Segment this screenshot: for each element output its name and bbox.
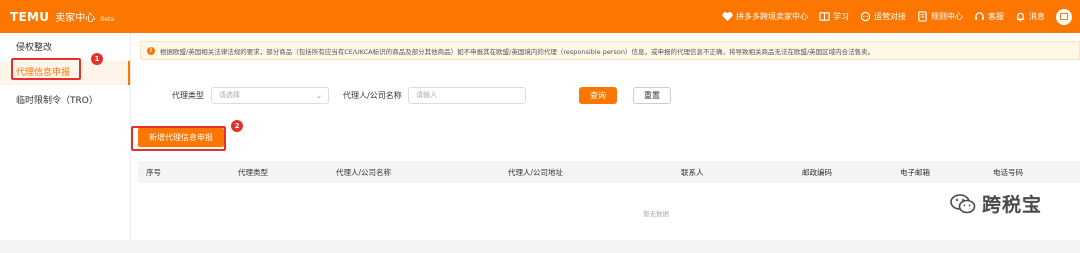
nav-operations[interactable]: 运营对接 xyxy=(860,11,906,22)
page-bottom xyxy=(0,240,1080,253)
top-navigation-bar: TEMU 卖家中心 Beta 拼多多跨境卖家中心 学习 运营对接 规则中心 客服… xyxy=(0,0,1080,33)
compliance-notice: ! 根据欧盟/英国相关法律法规的要求，部分商品（包括所有应当有CE/UKCA标识… xyxy=(140,41,1080,60)
store-icon xyxy=(1060,13,1068,20)
document-icon xyxy=(918,11,927,22)
top-nav: 拼多多跨境卖家中心 学习 运营对接 规则中心 客服 消息 xyxy=(722,0,1080,33)
main-content: ! 根据欧盟/英国相关法律法规的要求，部分商品（包括所有应当有CE/UKCA标识… xyxy=(138,33,1080,240)
sidebar-item-label: 临时限制令（TRO） xyxy=(16,96,98,106)
column-header: 序号 xyxy=(146,168,161,177)
nav-label: 客服 xyxy=(988,12,1004,21)
warning-icon: ! xyxy=(147,46,155,55)
nav-label: 运营对接 xyxy=(874,12,906,21)
sidebar-item-label: 侵权整改 xyxy=(16,43,53,53)
sidebar-item-infringement-rectification[interactable]: 侵权整改 xyxy=(0,36,130,60)
agent-type-label: 代理类型 xyxy=(172,91,204,100)
user-avatar[interactable] xyxy=(1056,8,1072,25)
step-badge-2: 2 xyxy=(231,120,243,132)
column-header: 邮政编码 xyxy=(802,168,832,177)
headset-icon xyxy=(975,12,984,20)
beta-tag: Beta xyxy=(100,16,115,23)
column-header: 电子邮箱 xyxy=(900,168,930,177)
seller-center-title: 卖家中心 xyxy=(55,13,96,24)
reset-button[interactable]: 重置 xyxy=(633,87,671,104)
nav-label: 拼多多跨境卖家中心 xyxy=(736,12,808,21)
table-header: 序号 代理类型 代理人/公司名称 代理人/公司地址 联系人 邮政编码 电子邮箱 … xyxy=(138,161,1080,183)
highlight-box-add-button xyxy=(131,126,226,151)
column-header: 代理人/公司名称 xyxy=(336,168,392,177)
input-placeholder: 请输入 xyxy=(416,91,437,99)
nav-label: 学习 xyxy=(833,12,849,21)
book-icon xyxy=(819,12,830,21)
bell-icon xyxy=(1016,12,1025,22)
nav-learning[interactable]: 学习 xyxy=(819,11,849,22)
column-header: 代理人/公司地址 xyxy=(508,168,564,177)
chevron-down-icon: ⌄ xyxy=(316,92,322,100)
agent-name-label: 代理人/公司名称 xyxy=(343,91,402,100)
watermark: 跨税宝 xyxy=(950,190,1042,217)
nav-customer-service[interactable]: 客服 xyxy=(974,11,1004,22)
notice-text: 根据欧盟/英国相关法律法规的要求，部分商品（包括所有应当有CE/UKCA标识的商… xyxy=(160,47,875,56)
nav-messages[interactable]: 消息 xyxy=(1015,11,1045,22)
step-badge-1: 1 xyxy=(91,53,103,65)
sidebar-item-tro[interactable]: 临时限制令（TRO） xyxy=(0,89,130,113)
column-header: 电话号码 xyxy=(993,168,1023,177)
chat-icon xyxy=(860,11,871,22)
filter-bar: 代理类型 请选择 ⌄ 代理人/公司名称 请输入 查询 重置 xyxy=(138,85,1080,107)
temu-logo: TEMU xyxy=(10,10,50,24)
brand[interactable]: TEMU 卖家中心 Beta xyxy=(10,9,114,24)
highlight-box-sidebar xyxy=(11,58,81,80)
select-placeholder: 请选择 xyxy=(219,91,240,99)
nav-cross-border-seller-center[interactable]: 拼多多跨境卖家中心 xyxy=(722,11,808,22)
nav-label: 规则中心 xyxy=(931,12,963,21)
cross-border-icon xyxy=(722,12,733,22)
wechat-icon xyxy=(950,193,976,213)
watermark-text: 跨税宝 xyxy=(981,194,1042,216)
query-button[interactable]: 查询 xyxy=(579,87,617,104)
nav-label: 消息 xyxy=(1029,12,1045,21)
agent-type-select[interactable]: 请选择 ⌄ xyxy=(211,87,329,104)
column-header: 代理类型 xyxy=(238,168,268,177)
empty-state-text: 暂无数据 xyxy=(643,210,669,218)
column-header: 联系人 xyxy=(681,168,704,177)
nav-rules-center[interactable]: 规则中心 xyxy=(917,11,963,22)
agent-name-input[interactable]: 请输入 xyxy=(408,87,526,104)
